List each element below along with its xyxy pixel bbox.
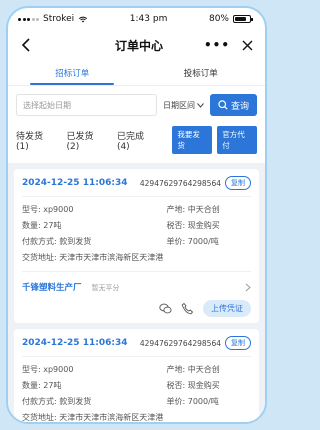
order-model: 型号: xp9000 bbox=[22, 365, 74, 374]
chat-icon[interactable] bbox=[159, 302, 172, 315]
order-payment: 付款方式: 款到发货 bbox=[22, 397, 92, 406]
page-title: 订单中心 bbox=[114, 38, 163, 53]
date-range-dropdown[interactable]: 日期区间 bbox=[163, 100, 204, 111]
order-origin: 产地: 中天合创 bbox=[166, 205, 220, 214]
order-card[interactable]: 2024-12-25 11:06:34 42947629764298564 复制… bbox=[14, 169, 259, 323]
order-number: 42947629764298564 bbox=[139, 178, 221, 188]
query-button[interactable]: 查询 bbox=[209, 94, 257, 116]
status-time: 1:43 pm bbox=[129, 14, 168, 24]
search-bar: 选择起始日期 日期区间 查询 bbox=[8, 86, 265, 122]
order-tax: 税否: 现金购买 bbox=[166, 221, 220, 230]
phone-icon[interactable] bbox=[181, 302, 194, 315]
tab-tender-orders[interactable]: 投标订单 bbox=[137, 60, 266, 85]
tab-bidding-orders[interactable]: 招标订单 bbox=[8, 60, 137, 85]
signal-icon bbox=[18, 17, 39, 21]
filter-shipped[interactable]: 已发货(2) bbox=[66, 129, 105, 152]
official-pay-button[interactable]: 官方代付 bbox=[217, 126, 257, 154]
order-quantity: 数量: 27吨 bbox=[22, 381, 62, 390]
order-time: 2024-12-25 11:06:34 bbox=[22, 178, 128, 188]
order-actions: 上传凭证 bbox=[22, 293, 251, 317]
order-unit-price: 单价: 7000/吨 bbox=[166, 397, 219, 406]
order-card-header: 2024-12-25 11:06:34 42947629764298564 复制 bbox=[22, 336, 251, 357]
copy-button[interactable]: 复制 bbox=[225, 336, 251, 350]
more-icon[interactable]: ••• bbox=[204, 38, 230, 52]
filter-pending-shipment[interactable]: 待发货(1) bbox=[16, 129, 55, 152]
status-filters: 待发货(1) 已发货(2) 已完成(4) 我要发货 官方代付 bbox=[8, 122, 265, 160]
order-unit-price: 单价: 7000/吨 bbox=[166, 237, 219, 246]
copy-button[interactable]: 复制 bbox=[225, 176, 251, 190]
screen: Strokei 1:43 pm 80% 订单中心 ••• 招标订单 投标订单 选… bbox=[8, 8, 265, 422]
company-name: 千锋塑料生产厂 bbox=[22, 283, 82, 293]
order-time: 2024-12-25 11:06:34 bbox=[22, 338, 128, 348]
order-origin: 产地: 中天合创 bbox=[166, 365, 220, 374]
nav-bar: 订单中心 ••• bbox=[8, 30, 265, 60]
search-icon bbox=[218, 100, 228, 110]
order-card[interactable]: 2024-12-25 11:06:34 42947629764298564 复制… bbox=[14, 329, 259, 422]
order-tax: 税否: 现金购买 bbox=[166, 381, 220, 390]
order-card-header: 2024-12-25 11:06:34 42947629764298564 复制 bbox=[22, 176, 251, 197]
company-score: 暂无平分 bbox=[91, 284, 120, 292]
company-row[interactable]: 千锋塑料生产厂 暂无平分 bbox=[22, 271, 251, 293]
order-payment: 付款方式: 款到发货 bbox=[22, 237, 92, 246]
order-quantity: 数量: 27吨 bbox=[22, 221, 62, 230]
my-shipment-button[interactable]: 我要发货 bbox=[172, 126, 213, 154]
order-tabs: 招标订单 投标订单 bbox=[8, 60, 265, 86]
upload-voucher-button[interactable]: 上传凭证 bbox=[203, 300, 251, 317]
status-bar: Strokei 1:43 pm 80% bbox=[8, 8, 265, 30]
filter-completed[interactable]: 已完成(4) bbox=[117, 129, 156, 152]
chevron-right-icon bbox=[245, 283, 251, 291]
order-address: 交货地址: 天津市天津市滨海新区天津港 bbox=[22, 413, 164, 422]
carrier-name: Strokei bbox=[43, 14, 75, 24]
order-list: 2024-12-25 11:06:34 42947629764298564 复制… bbox=[8, 163, 265, 422]
order-details: 型号: xp9000 产地: 中天合创 数量: 27吨 税否: 现金购买 付款方… bbox=[22, 197, 251, 263]
battery-percent: 80% bbox=[208, 14, 229, 24]
order-number: 42947629764298564 bbox=[139, 338, 221, 348]
order-address: 交货地址: 天津市天津市滨海新区天津港 bbox=[22, 253, 164, 262]
order-details: 型号: xp9000 产地: 中天合创 数量: 27吨 税否: 现金购买 付款方… bbox=[22, 357, 251, 422]
order-model: 型号: xp9000 bbox=[22, 205, 74, 214]
close-icon[interactable] bbox=[242, 40, 253, 51]
phone-frame: Strokei 1:43 pm 80% 订单中心 ••• 招标订单 投标订单 选… bbox=[6, 6, 267, 424]
mini-program-capsule: ••• bbox=[204, 38, 253, 52]
back-arrow-icon[interactable] bbox=[20, 38, 34, 52]
wifi-icon bbox=[79, 16, 88, 23]
chevron-down-icon bbox=[197, 102, 204, 108]
start-date-input[interactable]: 选择起始日期 bbox=[16, 94, 157, 116]
battery-icon bbox=[232, 15, 253, 23]
